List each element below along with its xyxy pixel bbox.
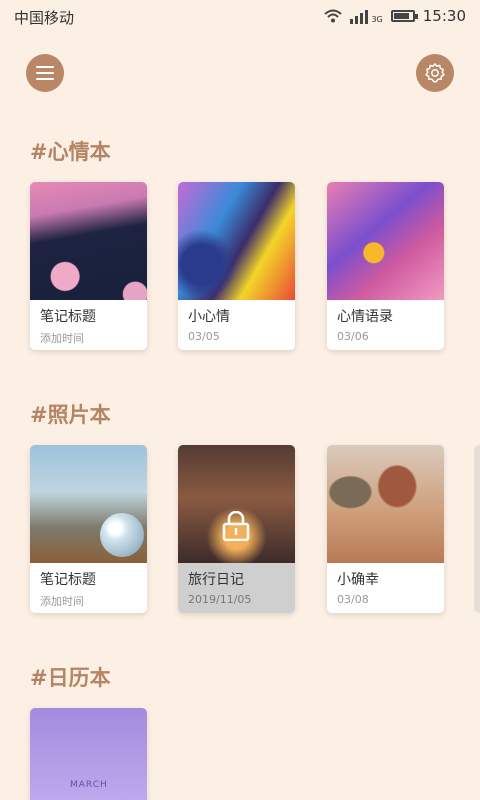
menu-button[interactable] xyxy=(26,54,64,92)
notebook-card[interactable]: 笔记标题 添加时间 xyxy=(30,445,147,613)
notebook-date: 2019/11/05 xyxy=(188,593,252,606)
section-title-photo: #照片本 xyxy=(30,403,111,427)
notebook-cover-image xyxy=(327,445,444,563)
notebook-cover-image xyxy=(30,445,147,563)
battery-icon xyxy=(390,10,418,22)
status-indicators: 3G 15:30 xyxy=(324,7,466,25)
notebook-card[interactable]: 心情语录 03/06 xyxy=(327,182,444,350)
notebook-cover-image xyxy=(327,182,444,300)
settings-button[interactable] xyxy=(416,54,454,92)
notebook-date: 03/06 xyxy=(337,330,369,343)
section-title-mood: #心情本 xyxy=(30,140,111,164)
network-type: 3G xyxy=(371,15,383,24)
clock: 15:30 xyxy=(422,7,466,25)
crystal-ball-image xyxy=(100,513,144,557)
notebook-card[interactable]: 小确幸 03/08 xyxy=(327,445,444,613)
notebook-title: 小心情 xyxy=(188,309,230,325)
notebook-date: 添加时间 xyxy=(40,595,84,608)
notebook-card[interactable]: MARCH xyxy=(30,708,147,800)
notebook-date: 03/05 xyxy=(188,330,220,343)
wifi-icon xyxy=(324,9,343,23)
signal-icon: 3G xyxy=(350,8,383,24)
notebook-cover-image xyxy=(30,182,147,300)
lock-icon xyxy=(222,511,250,541)
notebook-date: 添加时间 xyxy=(40,332,84,345)
notebook-title: 心情语录 xyxy=(337,309,393,325)
carrier-label: 中国移动 xyxy=(14,9,75,27)
notebook-title: 笔记标题 xyxy=(40,572,96,588)
notebook-date: 03/08 xyxy=(337,593,369,606)
notebook-card[interactable]: 笔记标题 添加时间 xyxy=(30,182,147,350)
notebook-cover-image xyxy=(178,445,295,563)
hamburger-menu-icon xyxy=(36,66,54,80)
notebook-card-locked[interactable]: 旅行日记 2019/11/05 xyxy=(178,445,295,613)
notebook-card[interactable]: 小心情 03/05 xyxy=(178,182,295,350)
notebook-title: 小确幸 xyxy=(337,572,379,588)
status-bar: 中国移动 3G 15:30 xyxy=(0,0,480,34)
calendar-month-label: MARCH xyxy=(70,780,108,790)
gear-icon xyxy=(425,63,445,83)
notebook-cover-image xyxy=(178,182,295,300)
notebook-card-partial[interactable] xyxy=(474,445,480,613)
notebook-title: 旅行日记 xyxy=(188,572,244,588)
notebook-cover-image: MARCH xyxy=(30,708,147,800)
notebook-title: 笔记标题 xyxy=(40,309,96,325)
section-title-calendar: #日历本 xyxy=(30,666,111,690)
